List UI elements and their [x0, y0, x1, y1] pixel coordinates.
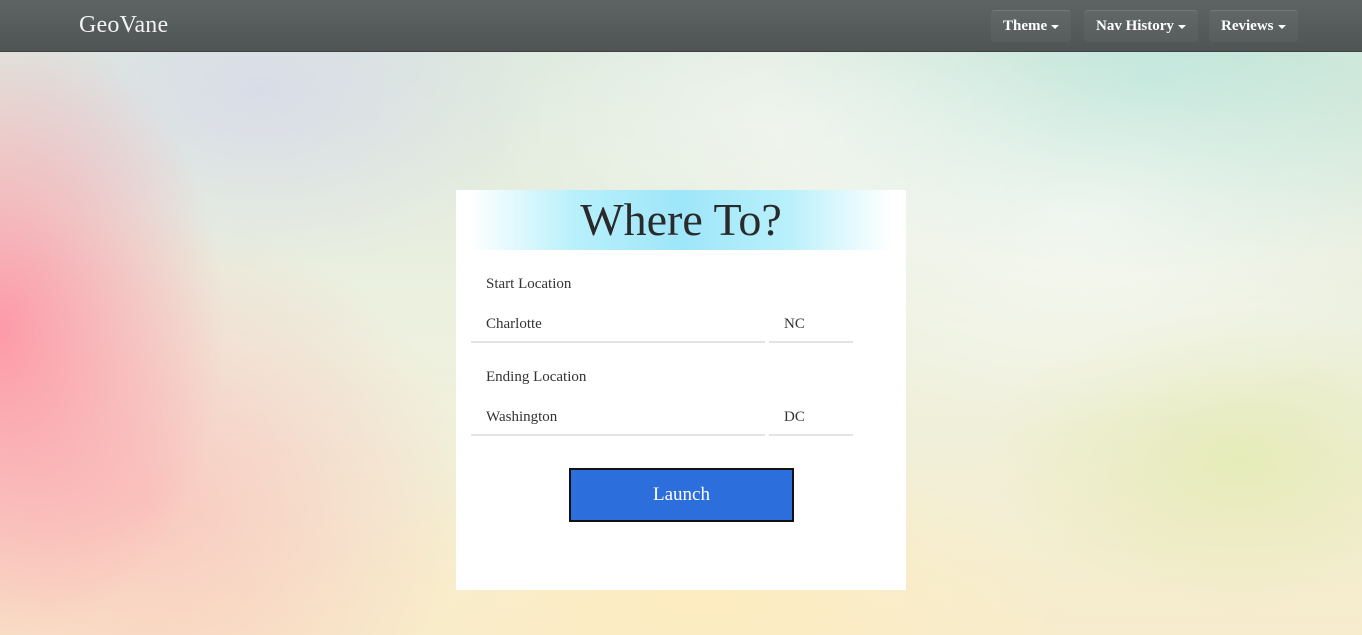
trip-form-card: Where To? Start Location Ending Location… — [456, 190, 906, 590]
caret-down-icon — [1177, 24, 1186, 29]
launch-button[interactable]: Launch — [569, 468, 794, 522]
caret-down-icon — [1051, 24, 1060, 29]
reviews-menu-label: Reviews — [1221, 18, 1274, 34]
start-state-input[interactable] — [769, 307, 853, 343]
end-city-input[interactable] — [471, 400, 765, 436]
brand-logo[interactable]: GeoVane — [79, 11, 168, 39]
start-city-input[interactable] — [471, 307, 765, 343]
start-location-label: Start Location — [486, 276, 572, 292]
caret-down-icon — [1277, 24, 1286, 29]
end-state-input[interactable] — [769, 400, 853, 436]
page-title: Where To? — [580, 194, 782, 245]
reviews-menu[interactable]: Reviews — [1209, 10, 1298, 42]
navbar: GeoVane Theme Nav History Reviews — [0, 0, 1362, 52]
nav-history-menu-label: Nav History — [1096, 18, 1174, 34]
nav-history-menu[interactable]: Nav History — [1084, 10, 1198, 42]
ending-location-label: Ending Location — [486, 369, 587, 385]
theme-menu[interactable]: Theme — [991, 10, 1072, 42]
card-header: Where To? — [470, 190, 892, 250]
theme-menu-label: Theme — [1003, 18, 1048, 34]
